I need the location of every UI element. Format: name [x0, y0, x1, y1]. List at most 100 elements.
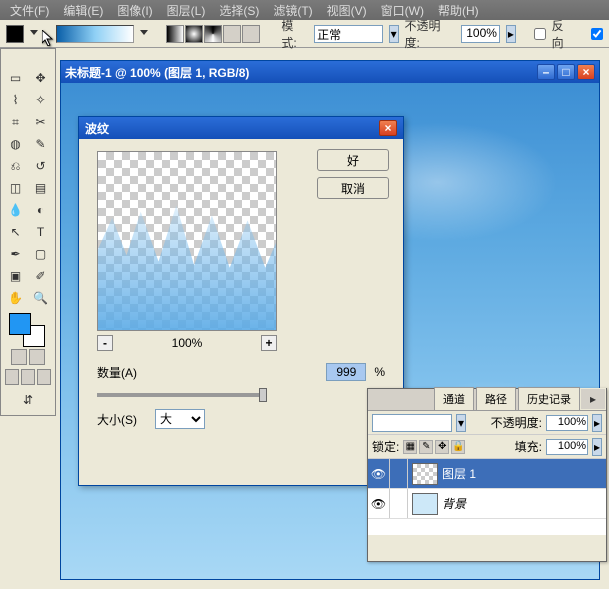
reverse-label: 反向 [552, 17, 575, 51]
layer-row[interactable]: 👁 背景 [368, 489, 606, 519]
menu-layer[interactable]: 图层(L) [161, 0, 212, 21]
move-tool[interactable]: ✥ [28, 67, 53, 89]
layer-name: 图层 1 [442, 465, 476, 482]
gradient-linear-button[interactable] [166, 25, 184, 43]
lock-pixels-icon[interactable]: ✎ [419, 440, 433, 454]
opacity-label: 不透明度: [405, 17, 455, 51]
layer-name: 背景 [442, 495, 466, 512]
mode-label: 模式: [281, 17, 308, 51]
hand-tool[interactable]: ✋ [3, 287, 28, 309]
fill-input[interactable]: 100% [546, 439, 588, 455]
menu-view[interactable]: 视图(V) [321, 0, 373, 21]
menu-select[interactable]: 选择(S) [213, 0, 265, 21]
mode-select[interactable]: 正常 [314, 25, 383, 43]
options-bar: 模式: 正常 ▾ 不透明度: 100% ▸ 反向 [0, 20, 609, 48]
brush-tool[interactable]: ✎ [28, 133, 53, 155]
healing-tool[interactable]: ◍ [3, 133, 28, 155]
mode-select-arrow[interactable]: ▾ [389, 25, 399, 43]
path-tool[interactable]: ↖ [3, 221, 28, 243]
document-titlebar[interactable]: 未标题-1 @ 100% (图层 1, RGB/8) – □ × [61, 61, 599, 83]
blur-tool[interactable]: 💧 [3, 199, 28, 221]
tab-paths[interactable]: 路径 [476, 387, 516, 410]
gradient-dropdown-icon[interactable] [140, 30, 148, 38]
screen-mode-2[interactable] [21, 369, 35, 385]
lock-position-icon[interactable]: ✥ [435, 440, 449, 454]
lock-all-icon[interactable]: 🔒 [451, 440, 465, 454]
jump-to-button[interactable]: ⇵ [5, 389, 51, 411]
zoom-tool[interactable]: 🔍 [28, 287, 53, 309]
dither-checkbox[interactable] [591, 28, 603, 40]
stamp-tool[interactable]: ⎌ [3, 155, 28, 177]
dodge-tool[interactable]: ◐ [28, 199, 53, 221]
amount-input[interactable] [326, 363, 366, 381]
reverse-checkbox[interactable] [534, 28, 546, 40]
dialog-close-button[interactable]: × [379, 120, 397, 136]
eyedropper-tool[interactable]: ✐ [28, 265, 53, 287]
quickmask-mode-button[interactable] [29, 349, 45, 365]
gradient-preview[interactable] [56, 25, 134, 43]
crop-tool[interactable]: ⌗ [3, 111, 28, 133]
layer-opacity-input[interactable]: 100% [546, 415, 588, 431]
opacity-input[interactable]: 100% [461, 25, 500, 43]
size-label: 大小(S) [97, 411, 147, 428]
wand-tool[interactable]: ✧ [28, 89, 53, 111]
ok-button[interactable]: 好 [317, 149, 389, 171]
standard-mode-button[interactable] [11, 349, 27, 365]
shape-tool[interactable]: ▢ [28, 243, 53, 265]
screen-mode-1[interactable] [5, 369, 19, 385]
screen-mode-3[interactable] [37, 369, 51, 385]
link-cell[interactable] [390, 459, 408, 488]
zoom-out-button[interactable]: - [97, 335, 113, 351]
slider-handle[interactable] [259, 388, 267, 402]
filter-preview[interactable] [97, 151, 277, 331]
cancel-button[interactable]: 取消 [317, 177, 389, 199]
fill-arrow[interactable]: ▸ [592, 438, 602, 456]
color-swatches [3, 309, 53, 347]
tab-history[interactable]: 历史记录 [518, 387, 580, 410]
amount-slider[interactable] [97, 393, 267, 397]
menu-image[interactable]: 图像(I) [111, 0, 158, 21]
notes-tool[interactable]: ▣ [3, 265, 28, 287]
cursor-icon [42, 30, 58, 46]
window-close-button[interactable]: × [577, 64, 595, 80]
layer-row[interactable]: 👁 图层 1 [368, 459, 606, 489]
tab-channels[interactable]: 通道 [434, 387, 474, 410]
gradient-tool[interactable]: ▤ [28, 177, 53, 199]
panel-tabs: 通道 路径 历史记录 ▸ [368, 389, 606, 411]
type-tool[interactable]: T [28, 221, 53, 243]
size-select[interactable]: 大 [155, 409, 205, 429]
gradient-radial-button[interactable] [185, 25, 203, 43]
dialog-title: 波纹 [85, 120, 109, 137]
dialog-titlebar[interactable]: 波纹 × [79, 117, 403, 139]
foreground-color[interactable] [9, 313, 31, 335]
layer-thumbnail[interactable] [412, 463, 438, 485]
slice-tool[interactable]: ✂ [28, 111, 53, 133]
pen-tool[interactable]: ✒ [3, 243, 28, 265]
link-cell[interactable] [390, 489, 408, 518]
panel-menu-icon[interactable]: ▸ [580, 388, 606, 410]
gradient-type-buttons [166, 25, 260, 43]
opacity-arrow[interactable]: ▸ [506, 25, 516, 43]
menu-file[interactable]: 文件(F) [4, 0, 55, 21]
menu-edit[interactable]: 编辑(E) [57, 0, 109, 21]
fill-label: 填充: [515, 438, 542, 455]
window-minimize-button[interactable]: – [537, 64, 555, 80]
marquee-tool[interactable]: ▭ [3, 67, 28, 89]
blend-mode-arrow[interactable]: ▾ [456, 414, 466, 432]
dropdown-icon[interactable] [30, 30, 38, 38]
visibility-icon[interactable]: 👁 [368, 489, 390, 518]
visibility-icon[interactable]: 👁 [368, 459, 390, 488]
gradient-diamond-button[interactable] [242, 25, 260, 43]
layer-opacity-arrow[interactable]: ▸ [592, 414, 602, 432]
lock-transparency-icon[interactable]: ▦ [403, 440, 417, 454]
layer-thumbnail[interactable] [412, 493, 438, 515]
foreground-swatch[interactable] [6, 25, 24, 43]
window-maximize-button[interactable]: □ [557, 64, 575, 80]
gradient-reflected-button[interactable] [223, 25, 241, 43]
lasso-tool[interactable]: ⌇ [3, 89, 28, 111]
gradient-angle-button[interactable] [204, 25, 222, 43]
eraser-tool[interactable]: ◫ [3, 177, 28, 199]
history-brush-tool[interactable]: ↺ [28, 155, 53, 177]
blend-mode-select[interactable] [372, 414, 452, 432]
zoom-in-button[interactable]: + [261, 335, 277, 351]
